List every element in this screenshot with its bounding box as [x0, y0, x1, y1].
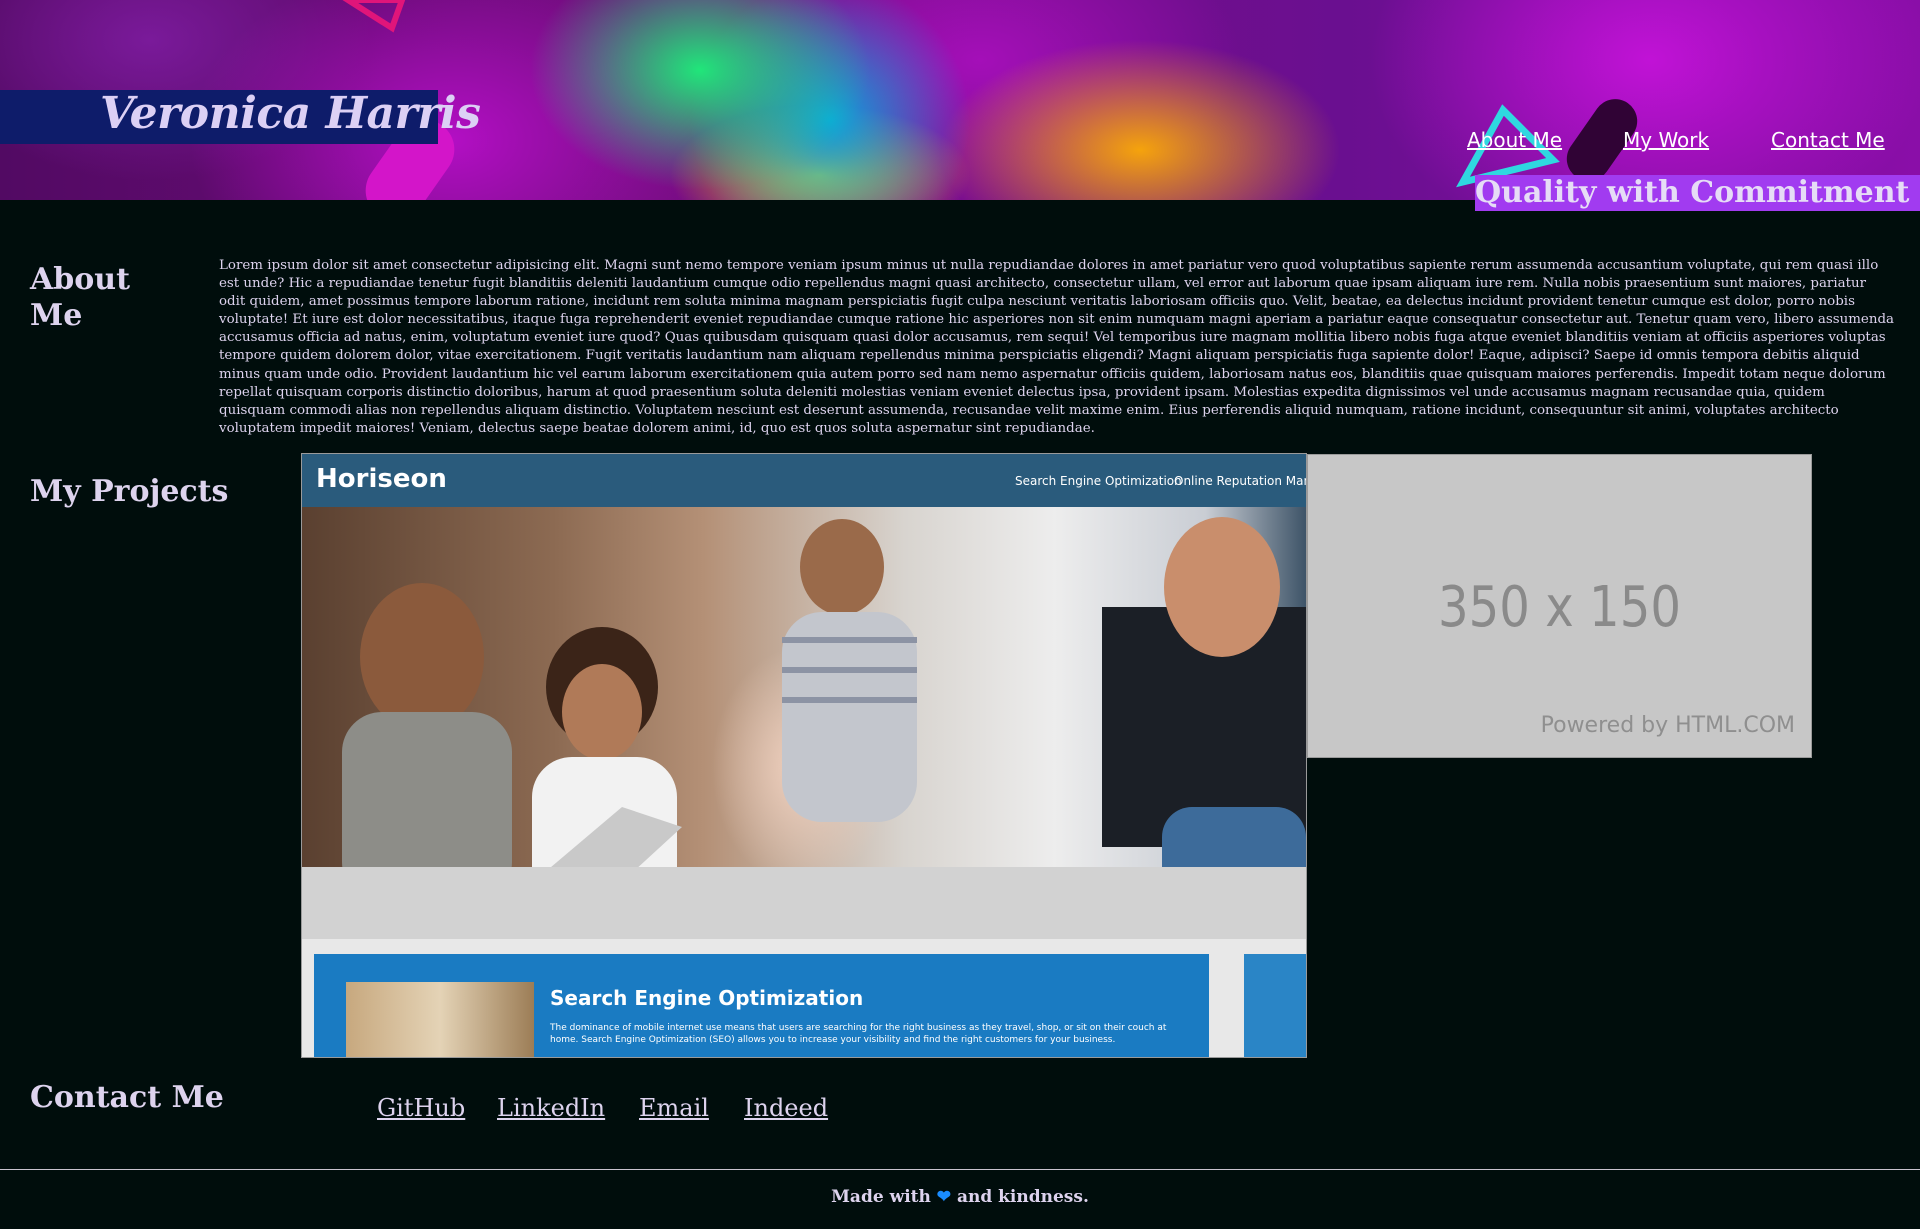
- footer: Made with ❤ and kindness.: [0, 1187, 1920, 1207]
- footer-divider: [0, 1169, 1920, 1170]
- project-site-logo: Horiseon: [316, 464, 447, 494]
- placeholder-project-image[interactable]: 350 x 150 Powered by HTML.COM: [1307, 454, 1812, 758]
- tagline: Quality with Commitment: [1475, 175, 1910, 210]
- team-meeting-photo-icon: [302, 517, 1306, 939]
- footer-text-after: and kindness.: [956, 1187, 1089, 1207]
- about-text: Lorem ipsum dolor sit amet consectetur a…: [219, 258, 1895, 436]
- placeholder-powered-by: Powered by HTML.COM: [1540, 713, 1795, 738]
- contact-link-email[interactable]: Email: [639, 1094, 709, 1122]
- project-side-panel: [1244, 954, 1306, 1057]
- project-seo-banner: Search Engine Optimization The dominance…: [314, 954, 1209, 1057]
- about-title: About Me: [30, 262, 130, 333]
- project-seo-title: Search Engine Optimization: [550, 986, 864, 1010]
- heart-icon: ❤: [936, 1187, 952, 1207]
- featured-project-screenshot[interactable]: Horiseon Search Engine Optimization Onli…: [301, 453, 1307, 1058]
- project-seo-text: The dominance of mobile internet use mea…: [550, 1023, 1167, 1045]
- seo-desk-image-icon: [346, 982, 534, 1057]
- placeholder-size-label: 350 x 150: [1438, 575, 1681, 640]
- project-site-nav-item: Search Engine Optimization: [1015, 474, 1182, 488]
- tagline-banner: Quality with Commitment: [1475, 175, 1920, 211]
- footer-text-before: Made with: [831, 1187, 931, 1207]
- nav-my-work[interactable]: My Work: [1623, 128, 1709, 158]
- nav-contact-me[interactable]: Contact Me: [1771, 128, 1885, 158]
- page-header: Veronica Harris About Me My Work Contact…: [0, 0, 1920, 200]
- project-site-header: Horiseon Search Engine Optimization Onli…: [302, 454, 1306, 507]
- site-name: Veronica Harris: [100, 88, 481, 139]
- project-site-nav-item: Online Reputation Manag: [1174, 474, 1306, 488]
- triangle-decoration-icon: [342, 0, 406, 33]
- contact-link-github[interactable]: GitHub: [377, 1094, 465, 1122]
- contact-link-indeed[interactable]: Indeed: [744, 1094, 828, 1122]
- nav-about-me[interactable]: About Me: [1467, 128, 1562, 158]
- contact-title: Contact Me: [30, 1080, 224, 1115]
- contact-link-linkedin[interactable]: LinkedIn: [497, 1094, 605, 1122]
- project-hero-photo: [302, 507, 1306, 939]
- projects-title: My Projects: [30, 474, 229, 509]
